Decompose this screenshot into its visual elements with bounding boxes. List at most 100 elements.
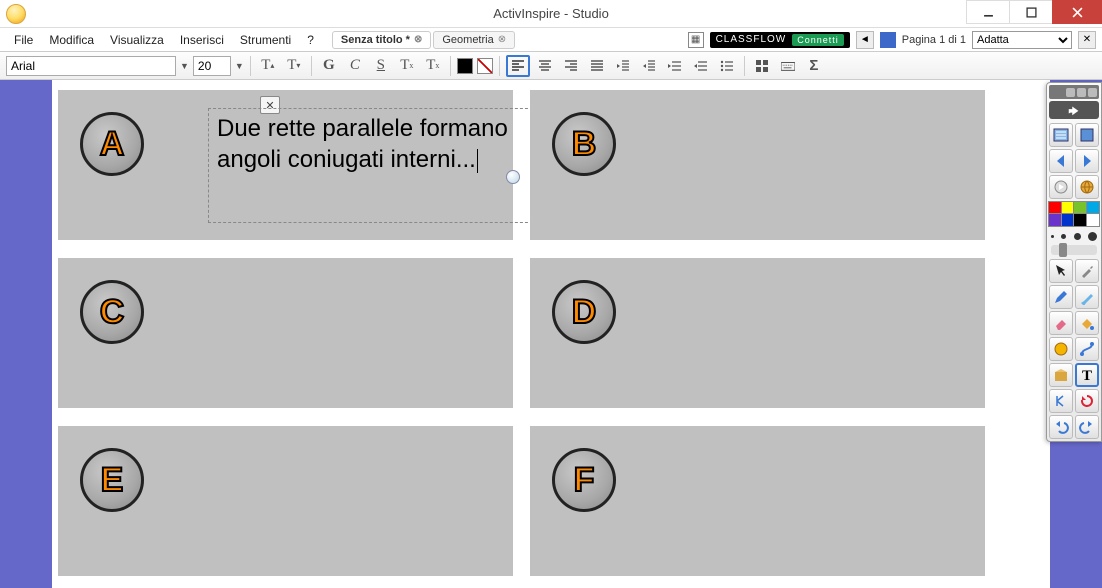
page-thumbnail-icon[interactable] xyxy=(880,32,896,48)
menu-help[interactable]: ? xyxy=(299,30,322,50)
shape-tool-icon[interactable] xyxy=(1049,337,1073,361)
close-button[interactable] xyxy=(1052,0,1102,24)
color-swatch[interactable] xyxy=(1062,202,1074,214)
prev-page-tool-icon[interactable] xyxy=(1049,149,1073,173)
menu-tool-icon[interactable] xyxy=(1049,123,1073,147)
eraser-tool-icon[interactable] xyxy=(1049,311,1073,335)
panel-roll-icon[interactable] xyxy=(1077,88,1086,97)
undo-tool-icon[interactable] xyxy=(1049,415,1073,439)
badge-e[interactable]: E xyxy=(80,448,144,512)
menu-strumenti[interactable]: Strumenti xyxy=(232,30,299,50)
card-a[interactable]: A ✕ Due rette parallele formano angoli c… xyxy=(58,90,513,240)
page[interactable]: A ✕ Due rette parallele formano angoli c… xyxy=(52,80,1050,588)
world-tool-icon[interactable] xyxy=(1075,175,1099,199)
select-all-button[interactable] xyxy=(751,55,773,77)
fullscreen-toggle-button[interactable]: ✕ xyxy=(1078,31,1096,49)
math-tool-icon[interactable] xyxy=(1049,389,1073,413)
superscript-button[interactable]: Tx xyxy=(396,55,418,77)
card-f[interactable]: F xyxy=(530,426,985,576)
dropdown-icon[interactable]: ▼ xyxy=(235,61,244,71)
slide-picker-icon[interactable]: ▦ xyxy=(688,32,704,48)
color-swatch[interactable] xyxy=(1049,214,1061,226)
canvas-area[interactable]: A ✕ Due rette parallele formano angoli c… xyxy=(0,80,1102,588)
tab-geometria[interactable]: Geometria ⊗ xyxy=(433,31,515,49)
tools-menu-icon[interactable] xyxy=(1075,259,1099,283)
select-tool-icon[interactable] xyxy=(1049,259,1073,283)
indent-decrease-button[interactable] xyxy=(612,55,634,77)
text-color-swatch[interactable] xyxy=(457,58,473,74)
panel-close-icon[interactable] xyxy=(1088,88,1097,97)
prev-page-button[interactable]: ◄ xyxy=(856,31,874,49)
tool-panel[interactable]: T xyxy=(1046,82,1102,442)
justify-button[interactable] xyxy=(586,55,608,77)
close-icon[interactable]: ⊗ xyxy=(414,34,422,45)
keyboard-button[interactable] xyxy=(777,55,799,77)
color-swatch[interactable] xyxy=(1074,214,1086,226)
font-select[interactable] xyxy=(6,56,176,76)
color-swatch[interactable] xyxy=(1087,214,1099,226)
pen-tool-icon[interactable] xyxy=(1049,285,1073,309)
resize-handle[interactable] xyxy=(506,170,520,184)
panel-pin-icon[interactable] xyxy=(1066,88,1075,97)
bold-button[interactable]: G xyxy=(318,55,340,77)
text-editor[interactable]: Due rette parallele formano angoli coniu… xyxy=(208,108,538,223)
color-swatch[interactable] xyxy=(1074,202,1086,214)
font-size-select[interactable] xyxy=(193,56,231,76)
bullet-list-button[interactable] xyxy=(716,55,738,77)
close-icon[interactable]: ⊗ xyxy=(498,34,506,45)
color-palette xyxy=(1049,202,1099,226)
no-fill-swatch[interactable] xyxy=(477,58,493,74)
badge-a[interactable]: A xyxy=(80,112,144,176)
play-tool-icon[interactable] xyxy=(1049,175,1073,199)
align-right-button[interactable] xyxy=(560,55,582,77)
fill-tool-icon[interactable] xyxy=(1075,311,1099,335)
panel-header[interactable] xyxy=(1049,85,1099,99)
color-swatch[interactable] xyxy=(1062,214,1074,226)
align-center-button[interactable] xyxy=(534,55,556,77)
classflow-button[interactable]: CLASSFLOW Connetti xyxy=(710,32,850,48)
text-cursor xyxy=(477,149,478,173)
profile-tool-icon[interactable] xyxy=(1075,123,1099,147)
card-e[interactable]: E xyxy=(58,426,513,576)
badge-c[interactable]: C xyxy=(80,280,144,344)
menu-visualizza[interactable]: Visualizza xyxy=(102,30,172,50)
dropdown-icon[interactable]: ▼ xyxy=(180,61,189,71)
menu-modifica[interactable]: Modifica xyxy=(41,30,102,50)
maximize-button[interactable] xyxy=(1009,0,1053,24)
zoom-select[interactable]: Adatta xyxy=(972,31,1072,49)
connector-tool-icon[interactable] xyxy=(1075,337,1099,361)
underline-button[interactable]: S xyxy=(370,55,392,77)
stroke-size-bar[interactable] xyxy=(1049,229,1099,243)
minimize-button[interactable] xyxy=(966,0,1010,24)
italic-button[interactable]: C xyxy=(344,55,366,77)
indent-button[interactable] xyxy=(690,55,712,77)
card-c[interactable]: C xyxy=(58,258,513,408)
badge-f[interactable]: F xyxy=(552,448,616,512)
increase-font-button[interactable]: T▴ xyxy=(257,55,279,77)
tab-untitled[interactable]: Senza titolo * ⊗ xyxy=(332,31,431,49)
badge-b[interactable]: B xyxy=(552,112,616,176)
menu-inserisci[interactable]: Inserisci xyxy=(172,30,232,50)
decrease-font-button[interactable]: T▾ xyxy=(283,55,305,77)
card-d[interactable]: D xyxy=(530,258,985,408)
subscript-button[interactable]: Tx xyxy=(422,55,444,77)
stroke-slider[interactable] xyxy=(1051,245,1097,255)
indent-increase-button[interactable] xyxy=(638,55,660,77)
next-page-tool-icon[interactable] xyxy=(1075,149,1099,173)
outdent-button[interactable] xyxy=(664,55,686,77)
right-menubar: ▦ CLASSFLOW Connetti ◄ Pagina 1 di 1 Ada… xyxy=(688,31,1096,49)
color-swatch[interactable] xyxy=(1087,202,1099,214)
align-left-button[interactable] xyxy=(506,55,530,77)
text-tool-icon[interactable]: T xyxy=(1075,363,1099,387)
color-swatch[interactable] xyxy=(1049,202,1061,214)
share-button[interactable] xyxy=(1049,101,1099,119)
redo-tool-icon[interactable] xyxy=(1075,415,1099,439)
slider-knob[interactable] xyxy=(1059,243,1067,257)
sigma-button[interactable]: Σ xyxy=(803,55,825,77)
reset-tool-icon[interactable] xyxy=(1075,389,1099,413)
highlighter-tool-icon[interactable] xyxy=(1075,285,1099,309)
resource-tool-icon[interactable] xyxy=(1049,363,1073,387)
card-b[interactable]: B xyxy=(530,90,985,240)
badge-d[interactable]: D xyxy=(552,280,616,344)
menu-file[interactable]: File xyxy=(6,30,41,50)
